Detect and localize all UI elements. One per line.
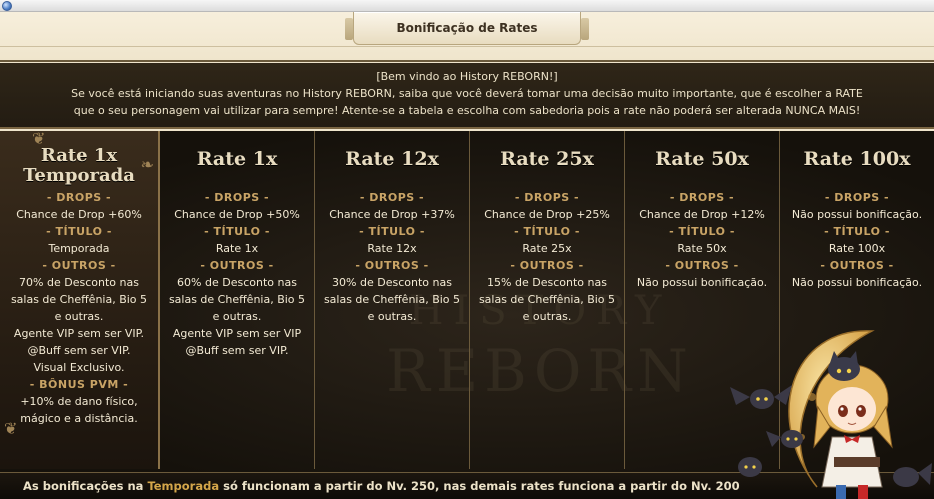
outros-line: 15% de Desconto nas: [487, 276, 607, 289]
outros-line: 30% de Desconto nas: [332, 276, 452, 289]
titulo-value: Rate 25x: [522, 242, 572, 255]
footer-highlight: Temporada: [147, 479, 220, 493]
mascot-character-icon: [730, 330, 932, 499]
outros-line: 60% de Desconto nas: [177, 276, 297, 289]
drops-value: Chance de Drop +60%: [16, 208, 142, 221]
window-titlebar: [0, 0, 934, 12]
bonus-line: +10% de dano físico,: [20, 395, 138, 408]
titulo-heading: - TÍTULO -: [824, 225, 890, 238]
titulo-value: Rate 12x: [367, 242, 417, 255]
rate-column-12x[interactable]: Rate 12x - DROPS - Chance de Drop +37% -…: [315, 131, 470, 469]
page-title: Bonificação de Rates: [396, 21, 538, 35]
outros-heading: - OUTROS -: [355, 259, 429, 272]
titulo-value: Rate 50x: [677, 242, 727, 255]
bonus-heading: - BÔNUS PVM -: [29, 378, 129, 391]
intro-text-line: que o seu personagem vai utilizar para s…: [73, 104, 861, 117]
titulo-heading: - TÍTULO -: [204, 225, 270, 238]
outros-line: @Buff sem ser VIP.: [185, 344, 289, 357]
column-title: Rate 1x: [196, 148, 278, 170]
outros-line: Não possui bonificação.: [636, 276, 768, 289]
column-title: Rate 1x Temporada: [23, 145, 135, 186]
rate-column-temporada[interactable]: ❦ ❧ ❦ Rate 1x Temporada - DROPS - Chance…: [0, 131, 160, 469]
header-tab: Bonificação de Rates: [345, 12, 589, 45]
bonus-line: mágico e a distância.: [20, 412, 138, 425]
outros-line: Não possui bonificação.: [791, 276, 923, 289]
drops-heading: - DROPS -: [514, 191, 580, 204]
titulo-heading: - TÍTULO -: [46, 225, 112, 238]
titulo-heading: - TÍTULO -: [514, 225, 580, 238]
rate-column-1x[interactable]: Rate 1x - DROPS - Chance de Drop +50% - …: [160, 131, 315, 469]
rate-column-25x[interactable]: Rate 25x - DROPS - Chance de Drop +25% -…: [470, 131, 625, 469]
outros-heading: - OUTROS -: [200, 259, 274, 272]
outros-heading: - OUTROS -: [665, 259, 739, 272]
outros-heading: - OUTROS -: [510, 259, 584, 272]
outros-line: e outras.: [522, 310, 572, 323]
outros-line: salas de Cheffênia, Bio 5: [323, 293, 461, 306]
titulo-value: Rate 1x: [215, 242, 259, 255]
column-title: Rate 50x: [655, 148, 749, 170]
intro-banner: [Bem vindo ao History REBORN!] Se você e…: [0, 63, 934, 129]
outros-line: salas de Cheffênia, Bio 5: [168, 293, 306, 306]
drops-value: Chance de Drop +50%: [174, 208, 300, 221]
outros-line: e outras.: [54, 310, 104, 323]
ornament-corner-icon: ❦: [4, 419, 18, 438]
drops-heading: - DROPS -: [204, 191, 270, 204]
outros-line: e outras.: [367, 310, 417, 323]
drops-value: Chance de Drop +25%: [484, 208, 610, 221]
footer-text: As bonificações na: [23, 479, 148, 493]
outros-line: salas de Cheffênia, Bio 5: [478, 293, 616, 306]
outros-heading: - OUTROS -: [42, 259, 116, 272]
footer-text: só funcionam a partir do Nv. 250, nas de…: [219, 479, 740, 493]
drops-value: Não possui bonificação.: [791, 208, 923, 221]
titulo-value: Rate 100x: [828, 242, 886, 255]
drops-value: Chance de Drop +37%: [329, 208, 455, 221]
outros-heading: - OUTROS -: [820, 259, 894, 272]
drops-value: Chance de Drop +12%: [639, 208, 765, 221]
outros-line: @Buff sem ser VIP.: [27, 344, 131, 357]
app-icon[interactable]: [2, 1, 12, 11]
outros-line: e outras.: [212, 310, 262, 323]
outros-line: Visual Exclusivo.: [33, 361, 125, 374]
intro-heading: [Bem vindo ao History REBORN!]: [376, 70, 558, 83]
drops-heading: - DROPS -: [359, 191, 425, 204]
outros-line: Agente VIP sem ser VIP: [172, 327, 302, 340]
column-title: Rate 100x: [803, 148, 911, 170]
titulo-value: Temporada: [48, 242, 110, 255]
column-title: Rate 25x: [500, 148, 594, 170]
outros-line: salas de Cheffênia, Bio 5: [10, 293, 148, 306]
drops-heading: - DROPS -: [824, 191, 890, 204]
titulo-heading: - TÍTULO -: [669, 225, 735, 238]
drops-heading: - DROPS -: [46, 191, 112, 204]
intro-text-line: Se você está iniciando suas aventuras no…: [71, 87, 863, 100]
outros-line: Agente VIP sem ser VIP.: [13, 327, 145, 340]
outros-line: 70% de Desconto nas: [19, 276, 139, 289]
page-header: Bonificação de Rates: [0, 12, 934, 62]
header-divider: [0, 46, 934, 47]
drops-heading: - DROPS -: [669, 191, 735, 204]
ornament-corner-icon: ❦: [32, 131, 46, 148]
ornament-corner-icon: ❧: [140, 155, 154, 174]
column-title: Rate 12x: [345, 148, 439, 170]
titulo-heading: - TÍTULO -: [359, 225, 425, 238]
